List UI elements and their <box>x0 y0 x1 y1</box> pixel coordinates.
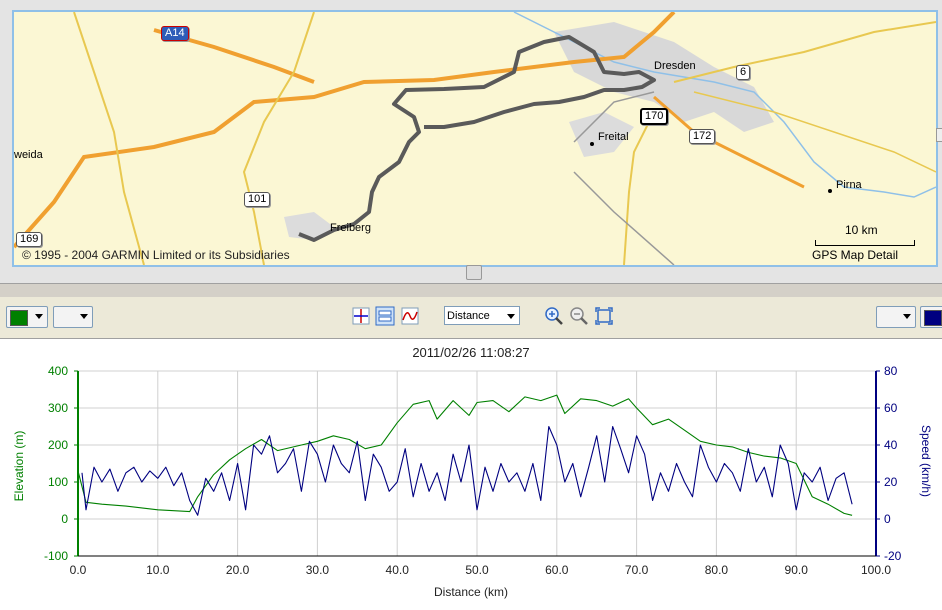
map-panel: A14 6 170 172 101 169 Dresden Freital Pi… <box>0 0 942 283</box>
y-tick-label-left: -100 <box>44 549 68 563</box>
map-canvas[interactable] <box>14 12 936 265</box>
map-side-handle[interactable] <box>936 128 942 142</box>
shield-a14: A14 <box>161 26 189 41</box>
shield-6: 6 <box>736 65 751 80</box>
x-tick-label: 50.0 <box>465 563 489 577</box>
x-tick-label: 10.0 <box>146 563 170 577</box>
split-view-icon[interactable] <box>375 306 395 326</box>
chevron-down-icon <box>80 314 88 319</box>
pane-splitter[interactable] <box>0 283 942 298</box>
y-axis-label-right: Speed (km/h) <box>919 424 933 498</box>
road-6 <box>673 21 936 83</box>
tertiary-color-button[interactable] <box>876 306 916 328</box>
y-tick-label-left: 400 <box>48 364 68 378</box>
x-tick-label: 80.0 <box>705 563 729 577</box>
chevron-down-icon <box>903 314 911 319</box>
shield-170: 170 <box>640 108 669 125</box>
elevation-speed-chart[interactable]: 2011/02/26 11:08:27 0.0 10.0 20.0 30.0 40.0 5… <box>0 339 942 605</box>
x-axis-select-value: Distance <box>447 310 490 322</box>
map-view[interactable]: A14 6 170 172 101 169 Dresden Freital Pi… <box>12 10 938 267</box>
city-label-weida: weida <box>14 149 43 161</box>
y-tick-label-right: 40 <box>884 438 898 452</box>
scale-label: 10 km <box>845 223 878 237</box>
shield-172: 172 <box>689 129 716 144</box>
y-tick-label-right: 80 <box>884 364 898 378</box>
x-tick-label: 90.0 <box>785 563 809 577</box>
secondary-color-button[interactable] <box>53 306 93 328</box>
x-tick-label: 40.0 <box>386 563 410 577</box>
elevation-color-button[interactable] <box>6 306 48 328</box>
y-axis-label-left: Elevation (m) <box>12 430 26 502</box>
zoom-in-icon[interactable] <box>544 306 564 326</box>
city-dot-pirna <box>828 189 832 193</box>
x-tick-label: 70.0 <box>625 563 649 577</box>
elevation-color-swatch <box>10 310 28 326</box>
x-tick-label: 100.0 <box>861 563 891 577</box>
x-axis-select[interactable]: Distance <box>444 306 520 325</box>
grid-lines <box>77 370 877 557</box>
scale-bar <box>815 240 915 246</box>
graph-toolbar: Distance <box>0 297 942 339</box>
shield-169: 169 <box>16 232 43 247</box>
x-tick-label: 30.0 <box>306 563 330 577</box>
city-label-freiberg: Freiberg <box>330 222 371 234</box>
city-label-freital: Freital <box>598 131 629 143</box>
city-label-dresden: Dresden <box>654 60 696 72</box>
speed-color-button[interactable] <box>920 306 942 328</box>
y-tick-label-right: 20 <box>884 475 898 489</box>
y-tick-label-left: 100 <box>48 475 68 489</box>
chevron-down-icon <box>507 314 515 319</box>
graph-curve-icon[interactable] <box>400 306 420 326</box>
chart-title: 2011/02/26 11:08:27 <box>412 345 530 360</box>
city-dot-freital <box>590 142 594 146</box>
y-tick-label-left: 200 <box>48 438 68 452</box>
map-copyright: © 1995 - 2004 GARMIN Limited or its Subs… <box>22 248 290 262</box>
map-scroll-thumb[interactable] <box>466 265 482 280</box>
shield-101: 101 <box>244 192 271 207</box>
map-detail-label: GPS Map Detail <box>812 248 899 262</box>
x-tick-label: 60.0 <box>545 563 569 577</box>
speed-color-swatch <box>924 310 942 326</box>
road-169 <box>73 12 145 265</box>
chevron-down-icon <box>35 314 43 319</box>
zoom-out-icon[interactable] <box>569 306 589 326</box>
crosshair-icon[interactable] <box>351 306 371 326</box>
x-tick-label: 20.0 <box>226 563 250 577</box>
y-tick-label-left: 300 <box>48 401 68 415</box>
x-axis-label: Distance (km) <box>433 585 508 599</box>
y-tick-label-right: -20 <box>884 549 902 563</box>
x-tick-label: 0.0 <box>70 563 87 577</box>
y-tick-label-right: 60 <box>884 401 898 415</box>
fit-to-window-icon[interactable] <box>594 306 614 326</box>
y-tick-label-right: 0 <box>884 512 891 526</box>
chart-plot[interactable]: 0.0 10.0 20.0 30.0 40.0 50.0 60.0 70.0 80.0 90.0 1… <box>0 339 942 605</box>
city-label-pirna: Pirna <box>836 179 862 191</box>
y-tick-label-left: 0 <box>61 512 68 526</box>
